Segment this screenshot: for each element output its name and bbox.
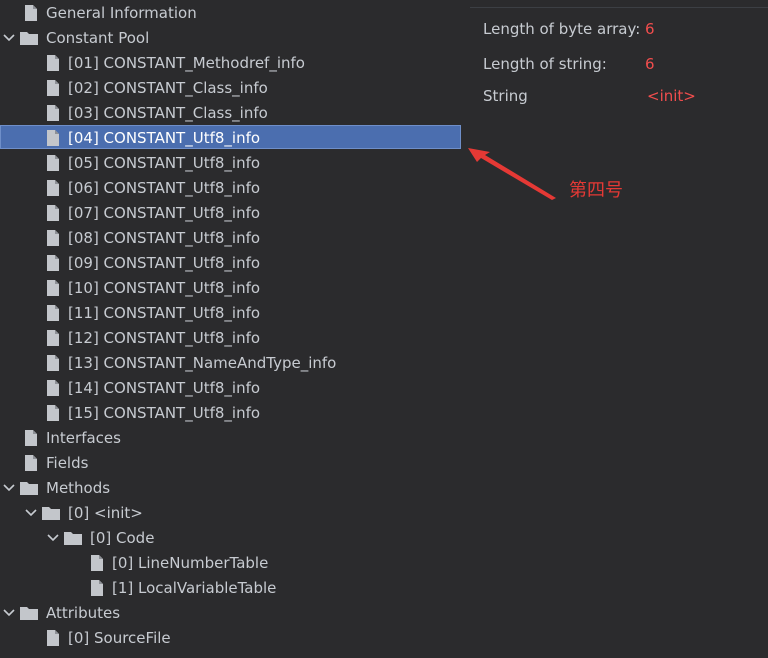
tree-item[interactable]: Fields [0,450,470,475]
tree-item-label: Methods [46,478,111,497]
tree-item[interactable]: Interfaces [0,425,470,450]
tree-item[interactable]: [06] CONSTANT_Utf8_info [0,175,470,200]
tree-item-label: [11] CONSTANT_Utf8_info [68,303,261,322]
folder-icon [20,481,38,495]
tree-item-label: [06] CONSTANT_Utf8_info [68,178,261,197]
tree-item[interactable]: Methods [0,475,470,500]
chevron-down-icon[interactable] [2,481,16,495]
tree-item-label: [10] CONSTANT_Utf8_info [68,278,261,297]
tree-item[interactable]: [08] CONSTANT_Utf8_info [0,225,470,250]
tree-item-label: [07] CONSTANT_Utf8_info [68,203,261,222]
file-icon [46,404,60,421]
tree-item[interactable]: [1] LocalVariableTable [0,575,470,600]
tree-item[interactable]: [05] CONSTANT_Utf8_info [0,150,470,175]
tree-item[interactable]: [0] LineNumberTable [0,550,470,575]
annotation-arrow-icon [468,148,556,200]
folder-icon [42,506,60,520]
tree-item[interactable]: [07] CONSTANT_Utf8_info [0,200,470,225]
tree-item-label: [03] CONSTANT_Class_info [68,103,268,122]
tree-item-label: [05] CONSTANT_Utf8_info [68,153,261,172]
detail-value: 6 [645,55,655,73]
detail-label: String [483,87,528,105]
file-icon [46,229,60,246]
tree-item-label: [08] CONSTANT_Utf8_info [68,228,261,247]
tree-item-label: [0] SourceFile [68,628,171,647]
file-icon [46,279,60,296]
file-icon [90,554,104,571]
detail-label: Length of string: [483,55,607,73]
tree-item[interactable]: Constant Pool [0,25,470,50]
detail-label: Length of byte array: [483,20,641,38]
tree-item-label: [0] <init> [68,503,143,522]
tree-item-label: [15] CONSTANT_Utf8_info [68,403,261,422]
chevron-down-icon[interactable] [2,31,16,45]
annotation-label: 第四号 [569,180,623,201]
divider [470,7,768,8]
file-icon [90,579,104,596]
tree-item-label: [14] CONSTANT_Utf8_info [68,378,261,397]
chevron-down-icon[interactable] [46,531,60,545]
tree-item[interactable]: Attributes [0,600,470,625]
tree-item-label: [09] CONSTANT_Utf8_info [68,253,261,272]
file-icon [46,329,60,346]
tree-item-label: [1] LocalVariableTable [112,578,277,597]
file-icon [46,254,60,271]
tree-item-label: [12] CONSTANT_Utf8_info [68,328,261,347]
tree-item[interactable]: [0] SourceFile [0,625,470,650]
tree-item[interactable]: [0] Code [0,525,470,550]
tree-item[interactable]: [13] CONSTANT_NameAndType_info [0,350,470,375]
tree-item[interactable]: [14] CONSTANT_Utf8_info [0,375,470,400]
file-icon [46,179,60,196]
tree-item[interactable]: [10] CONSTANT_Utf8_info [0,275,470,300]
tree-item-label: [0] LineNumberTable [112,553,269,572]
tree-item-label: [04] CONSTANT_Utf8_info [68,128,261,147]
file-icon [46,129,60,146]
tree-item-label: Interfaces [46,428,121,447]
tree-item[interactable]: [09] CONSTANT_Utf8_info [0,250,470,275]
detail-value: <init> [647,87,696,105]
file-icon [46,79,60,96]
class-structure-tree: General Information Constant Pool [01] CON… [0,0,470,658]
tree-item-label: [01] CONSTANT_Methodref_info [68,53,305,72]
file-icon [46,154,60,171]
chevron-down-icon[interactable] [24,506,38,520]
tree-item-label: [0] Code [90,528,155,547]
tree-item-label: [02] CONSTANT_Class_info [68,78,268,97]
tree-item[interactable]: [12] CONSTANT_Utf8_info [0,325,470,350]
file-icon [46,54,60,71]
file-icon [24,4,38,21]
tree-item-label: General Information [46,3,197,22]
detail-value: 6 [645,20,655,38]
tree-item-label: Constant Pool [46,28,150,47]
tree-item[interactable]: [01] CONSTANT_Methodref_info [0,50,470,75]
file-icon [46,629,60,646]
tree-item-label: Attributes [46,603,121,622]
file-icon [46,354,60,371]
file-icon [46,104,60,121]
tree-item[interactable]: [04] CONSTANT_Utf8_info [0,125,470,150]
tree-item[interactable]: [11] CONSTANT_Utf8_info [0,300,470,325]
folder-icon [20,31,38,45]
tree-item[interactable]: [02] CONSTANT_Class_info [0,75,470,100]
tree-item-label: [13] CONSTANT_NameAndType_info [68,353,337,372]
tree-item-label: Fields [46,453,89,472]
file-icon [24,429,38,446]
file-icon [46,204,60,221]
tree-item[interactable]: [15] CONSTANT_Utf8_info [0,400,470,425]
tree-item[interactable]: [03] CONSTANT_Class_info [0,100,470,125]
file-icon [46,379,60,396]
tree-item[interactable]: General Information [0,0,470,25]
tree-item[interactable]: [0] <init> [0,500,470,525]
folder-icon [20,606,38,620]
folder-icon [64,531,82,545]
file-icon [24,454,38,471]
file-icon [46,304,60,321]
chevron-down-icon[interactable] [2,606,16,620]
